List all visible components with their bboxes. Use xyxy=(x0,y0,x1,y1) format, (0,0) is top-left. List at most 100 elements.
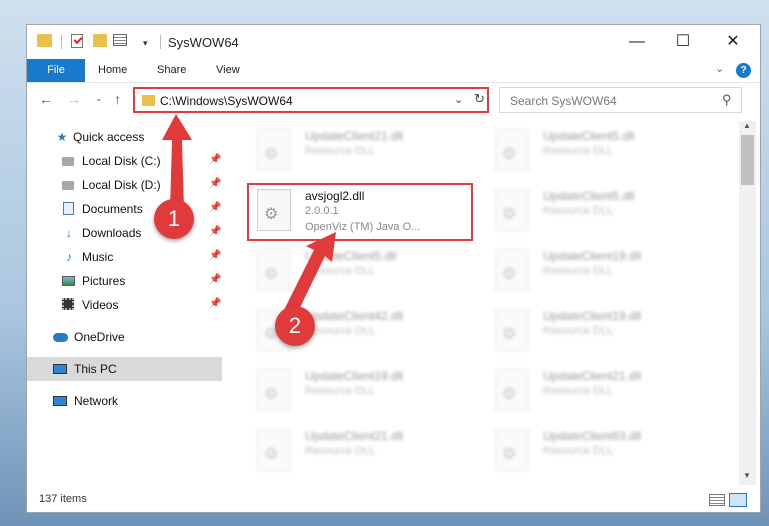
file-name: UpdateClient63.dll xyxy=(543,429,642,443)
address-highlight-box xyxy=(133,87,489,113)
file-name: UpdateClient21.dll xyxy=(305,429,404,443)
sidebar-item-quick-access[interactable]: ★ Quick access xyxy=(27,125,222,149)
file-item[interactable]: UpdateClient21.dll Resource DLL xyxy=(249,123,479,181)
file-item[interactable]: UpdateClient21.dll Resource DLL xyxy=(487,363,717,421)
pin-icon[interactable]: 📌 xyxy=(209,178,221,189)
file-item[interactable]: UpdateClient5.dll Resource DLL xyxy=(249,243,479,301)
file-type: Resource DLL xyxy=(543,385,614,397)
expand-ribbon-chevron-icon[interactable]: ⌄ xyxy=(715,62,724,75)
disk-icon xyxy=(62,181,74,190)
pin-icon[interactable]: 📌 xyxy=(209,154,221,165)
dll-file-icon xyxy=(257,249,291,291)
tab-share[interactable]: Share xyxy=(149,59,194,82)
vertical-scrollbar[interactable]: ▲ ▼ xyxy=(739,121,756,485)
new-folder-icon[interactable] xyxy=(93,34,107,47)
file-type: Resource DLL xyxy=(543,265,614,277)
close-button[interactable]: ✕ xyxy=(710,29,756,55)
sidebar-item-label: Downloads xyxy=(82,226,142,240)
file-item[interactable]: UpdateClient21.dll Resource DLL xyxy=(249,423,479,481)
file-item[interactable]: UpdateClient63.dll Resource DLL xyxy=(487,423,717,481)
properties-icon[interactable] xyxy=(113,34,127,46)
file-type: Resource DLL xyxy=(305,265,376,277)
sidebar-item-onedrive[interactable]: OneDrive xyxy=(27,325,222,349)
tiles-view-icon[interactable] xyxy=(729,493,747,507)
tab-file[interactable]: File xyxy=(27,59,85,82)
file-item[interactable]: UpdateClient5.dll Resource DLL xyxy=(487,123,717,181)
sidebar-item-local-disk-c[interactable]: Local Disk (C:) 📌 xyxy=(27,149,222,173)
file-name: UpdateClient21.dll xyxy=(543,369,642,383)
pin-icon[interactable]: 📌 xyxy=(209,274,221,285)
file-type: Resource DLL xyxy=(305,445,376,457)
sidebar-item-videos[interactable]: Videos 📌 xyxy=(27,293,222,317)
sidebar-item-music[interactable]: ♪ Music 📌 xyxy=(27,245,222,269)
tab-home[interactable]: Home xyxy=(90,59,135,82)
cloud-icon xyxy=(53,333,68,342)
back-button[interactable]: ← xyxy=(39,91,53,107)
help-icon[interactable]: ? xyxy=(736,63,751,78)
search-icon[interactable]: ⚲ xyxy=(722,92,732,108)
dll-file-icon xyxy=(495,309,529,351)
dll-file-icon xyxy=(257,129,291,171)
pin-icon[interactable]: 📌 xyxy=(209,202,221,213)
search-placeholder: Search SysWOW64 xyxy=(510,94,617,108)
file-type: Resource DLL xyxy=(543,205,614,217)
item-count: 137 items xyxy=(39,493,87,505)
dll-file-icon xyxy=(495,129,529,171)
sidebar-item-this-pc[interactable]: This PC xyxy=(27,357,222,381)
sidebar-item-network[interactable]: Network xyxy=(27,389,222,413)
scrollbar-thumb[interactable] xyxy=(741,135,754,185)
pin-icon[interactable]: 📌 xyxy=(209,226,221,237)
properties-check-icon[interactable] xyxy=(71,34,83,48)
network-icon xyxy=(53,396,67,406)
scroll-down-icon[interactable]: ▼ xyxy=(743,471,751,480)
file-type: Resource DLL xyxy=(305,325,376,337)
file-item[interactable]: UpdateClient19.dll Resource DLL xyxy=(487,303,717,361)
up-button[interactable]: ↑ xyxy=(114,91,121,107)
search-input[interactable]: Search SysWOW64 ⚲ xyxy=(499,87,742,113)
folder-icon xyxy=(37,34,52,47)
star-icon: ★ xyxy=(56,130,68,144)
customize-toolbar-dropdown[interactable]: ▾ xyxy=(143,38,148,49)
details-view-icon[interactable] xyxy=(709,494,725,506)
maximize-button[interactable]: ☐ xyxy=(660,29,706,55)
recent-locations-button[interactable]: ⌄ xyxy=(95,93,103,104)
window-title: SysWOW64 xyxy=(168,35,239,50)
videos-icon xyxy=(62,298,74,310)
pictures-icon xyxy=(62,276,75,286)
navigation-bar: ← → ⌄ ↑ C:\Windows\SysWOW64 ⌄ ↻ Search S… xyxy=(27,83,760,117)
disk-icon xyxy=(62,157,74,166)
pin-icon[interactable]: 📌 xyxy=(209,250,221,261)
sidebar-item-label: OneDrive xyxy=(74,330,125,344)
navigation-pane: ★ Quick access Local Disk (C:) 📌 Local D… xyxy=(27,121,222,481)
dll-file-icon xyxy=(257,369,291,411)
pin-icon[interactable]: 📌 xyxy=(209,298,221,309)
file-type: Resource DLL xyxy=(543,445,614,457)
sidebar-item-label: Documents xyxy=(82,202,143,216)
file-item[interactable]: UpdateClient5.dll Resource DLL xyxy=(487,183,717,241)
forward-button[interactable]: → xyxy=(67,91,81,107)
file-name: UpdateClient5.dll xyxy=(543,189,635,203)
dll-file-icon xyxy=(495,249,529,291)
title-bar: ▾ SysWOW64 — ☐ ✕ xyxy=(27,25,760,59)
sidebar-item-pictures[interactable]: Pictures 📌 xyxy=(27,269,222,293)
file-name: UpdateClient21.dll xyxy=(305,129,404,143)
file-highlight-box xyxy=(247,183,473,241)
file-name: UpdateClient19.dll xyxy=(543,249,642,263)
sidebar-item-label: Network xyxy=(74,394,119,408)
sidebar-item-label: Local Disk (C:) xyxy=(82,154,161,168)
file-item[interactable]: UpdateClient19.dll Resource DLL xyxy=(249,363,479,421)
tab-view[interactable]: View xyxy=(208,59,248,82)
callout-badge-2: 2 xyxy=(275,306,315,346)
file-type: Resource DLL xyxy=(305,385,376,397)
scroll-up-icon[interactable]: ▲ xyxy=(743,121,751,130)
sidebar-item-label: Music xyxy=(82,250,114,264)
dll-file-icon xyxy=(495,189,529,231)
sidebar-item-local-disk-d[interactable]: Local Disk (D:) 📌 xyxy=(27,173,222,197)
file-item[interactable]: UpdateClient19.dll Resource DLL xyxy=(487,243,717,301)
sidebar-item-label: Pictures xyxy=(82,274,126,288)
file-name: UpdateClient5.dll xyxy=(543,129,635,143)
file-type: Resource DLL xyxy=(543,145,614,157)
callout-badge-1: 1 xyxy=(154,199,194,239)
file-name: UpdateClient19.dll xyxy=(543,309,642,323)
minimize-button[interactable]: — xyxy=(614,29,660,55)
